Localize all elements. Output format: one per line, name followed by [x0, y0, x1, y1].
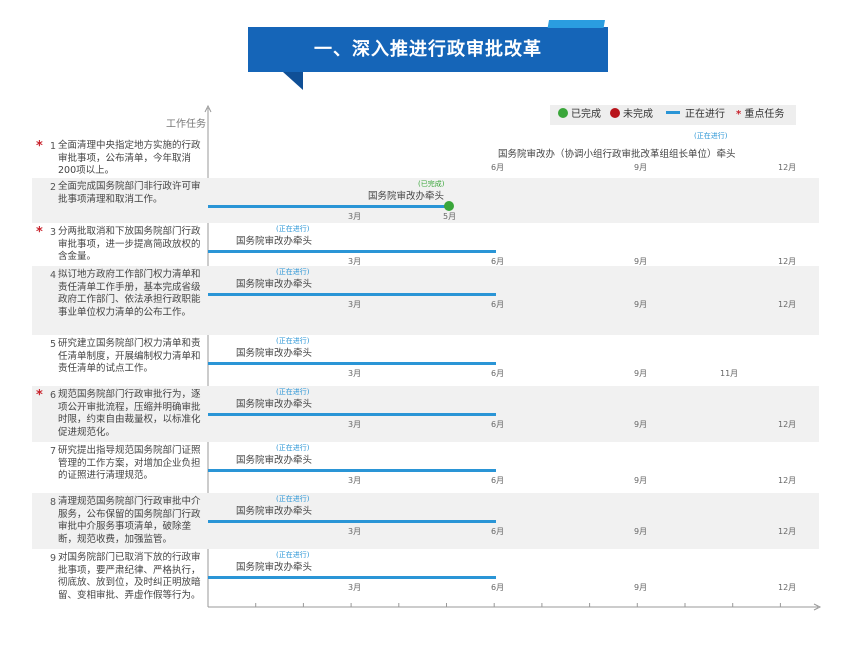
- task-description: 拟订地方政府工作部门权力清单和责任清单工作手册，基本完成省级政府工作部门、依法承…: [58, 269, 201, 318]
- task-row: * 1 全面清理中央指定地方实施的行政审批事项，公布清单，今年取消200项以上。 (正…: [32, 132, 819, 178]
- task-description: 研究建立国务院部门权力清单和责任清单制度，开展编制权力清单和责任清单的试点工作。: [58, 338, 201, 374]
- task-number: 9: [49, 553, 56, 564]
- task-number: 6: [49, 390, 56, 401]
- month-label: 9月: [634, 369, 648, 378]
- month-label: 12月: [778, 163, 797, 172]
- y-axis-arrow: [204, 104, 212, 113]
- task-progress-bar: [208, 576, 496, 579]
- task-row: 7 研究提出指导规范国务院部门证照管理的工作方案，对增加企业负担的证照进行清理规范…: [32, 442, 819, 493]
- task-lead-label: 国务院审改办牵头: [236, 455, 313, 466]
- task-description: 分两批取消和下放国务院部门行政审批事项，进一步提高简政放权的含金量。: [58, 226, 201, 262]
- month-label: 9月: [634, 527, 648, 536]
- month-label: 3月: [348, 300, 362, 309]
- task-lead-label: 国务院审改办牵头: [236, 279, 313, 290]
- legend-completed: 已完成: [558, 105, 601, 125]
- task-progress-bar: [208, 362, 496, 365]
- task-number: 8: [49, 497, 56, 508]
- month-label: 9月: [634, 420, 648, 429]
- task-number: 7: [49, 446, 56, 457]
- in-progress-line-icon: [666, 111, 680, 114]
- month-label: 9月: [634, 476, 648, 485]
- month-label: 6月: [491, 420, 505, 429]
- month-label: 9月: [634, 583, 648, 592]
- task-description: 全面清理中央指定地方实施的行政审批事项，公布清单，今年取消200项以上。: [58, 140, 201, 176]
- task-row: 9 对国务院部门已取消下放的行政审批事项，要严肃纪律、严格执行，彻底放、放到位，及…: [32, 549, 819, 607]
- task-number: 2: [49, 182, 56, 193]
- legend-in-progress-label: 正在进行: [685, 109, 725, 120]
- month-label: 12月: [778, 420, 797, 429]
- month-label: 3月: [348, 583, 362, 592]
- legend-key-task-label: 重点任务: [744, 109, 785, 120]
- month-label: 6月: [491, 163, 505, 172]
- month-label: 12月: [778, 300, 797, 309]
- not-completed-dot-icon: [610, 108, 620, 118]
- task-progress-bar: [208, 250, 496, 253]
- task-row: * 3 分两批取消和下放国务院部门行政审批事项，进一步提高简政放权的含金量。 (正在进…: [32, 223, 819, 266]
- task-number: 5: [49, 339, 56, 350]
- month-label: 6月: [491, 583, 505, 592]
- month-label: 3月: [348, 369, 362, 378]
- month-label: 3月: [348, 212, 362, 221]
- month-label: 6月: [491, 476, 505, 485]
- task-number: 3: [49, 227, 56, 238]
- month-label: 9月: [634, 300, 648, 309]
- legend-key-task: * 重点任务: [736, 105, 784, 125]
- task-progress-bar: [208, 469, 496, 472]
- month-label: 12月: [778, 476, 797, 485]
- task-description: 研究提出指导规范国务院部门证照管理的工作方案，对增加企业负担的证照进行清理规范。: [58, 445, 201, 481]
- month-label: 5月: [443, 212, 457, 221]
- task-lead-label: 国务院审改办牵头: [236, 399, 313, 410]
- month-label: 3月: [348, 476, 362, 485]
- star-icon: *: [736, 109, 742, 120]
- completed-marker: [444, 201, 454, 211]
- task-row: 8 清理规范国务院部门行政审批中介服务，公布保留的国务院部门行政审批中介服务事项清…: [32, 493, 819, 549]
- task-row: 5 研究建立国务院部门权力清单和责任清单制度，开展编制权力清单和责任清单的试点工作…: [32, 335, 819, 386]
- legend-not-completed: 未完成: [610, 105, 653, 125]
- task-status-label: (正在进行): [694, 132, 728, 140]
- task-description: 对国务院部门已取消下放的行政审批事项，要严肃纪律、严格执行，彻底放、放到位，及时…: [58, 552, 201, 601]
- month-label: 6月: [491, 300, 505, 309]
- page-title-banner: 一、深入推进行政审批改革: [248, 27, 608, 72]
- task-lead-label: 国务院审改办牵头: [236, 348, 313, 359]
- month-label: 12月: [778, 527, 797, 536]
- chart-legend: 已完成 未完成 正在进行 * 重点任务: [550, 105, 796, 125]
- task-progress-bar: [208, 293, 496, 296]
- month-label: 6月: [491, 527, 505, 536]
- task-row: 4 拟订地方政府工作部门权力清单和责任清单工作手册，基本完成省级政府工作部门、依法…: [32, 266, 819, 335]
- month-label: 12月: [778, 583, 797, 592]
- task-progress-bar: [208, 205, 449, 208]
- task-lead-label: 国务院审改办（协调小组行政审批改革组组长单位）牵头: [498, 149, 736, 160]
- task-row: 2 全面完成国务院部门非行政许可审批事项清理和取消工作。 (已完成) 国务院审改办牵头…: [32, 178, 819, 223]
- task-lead-label: 国务院审改办牵头: [236, 236, 313, 247]
- month-label: 11月: [720, 369, 739, 378]
- month-label: 3月: [348, 527, 362, 536]
- completed-dot-icon: [558, 108, 568, 118]
- task-number: 1: [49, 141, 56, 152]
- banner-fold-right: [547, 20, 605, 28]
- y-axis-label: 工作任务: [166, 119, 206, 130]
- task-description: 全面完成国务院部门非行政许可审批事项清理和取消工作。: [58, 181, 201, 205]
- legend-completed-label: 已完成: [571, 109, 601, 120]
- task-lead-label: 国务院审改办牵头: [236, 506, 313, 517]
- legend-not-completed-label: 未完成: [623, 109, 653, 120]
- banner-fold-left: [283, 72, 303, 90]
- task-lead-label: 国务院审改办牵头: [368, 191, 445, 202]
- task-progress-bar: [208, 413, 496, 416]
- task-description: 规范国务院部门行政审批行为，逐项公开审批流程，压缩并明确审批时限，约束自由裁量权…: [58, 389, 201, 438]
- task-lead-label: 国务院审改办牵头: [236, 562, 313, 573]
- month-label: 3月: [348, 420, 362, 429]
- legend-in-progress: 正在进行: [666, 105, 725, 125]
- month-label: 9月: [634, 163, 648, 172]
- task-description: 清理规范国务院部门行政审批中介服务，公布保留的国务院部门行政审批中介服务事项清单…: [58, 496, 201, 545]
- task-progress-bar: [208, 520, 496, 523]
- month-label: 6月: [491, 369, 505, 378]
- task-number: 4: [49, 270, 56, 281]
- task-row: * 6 规范国务院部门行政审批行为，逐项公开审批流程，压缩并明确审批时限，约束自由裁…: [32, 386, 819, 442]
- page-title: 一、深入推进行政审批改革: [314, 39, 542, 60]
